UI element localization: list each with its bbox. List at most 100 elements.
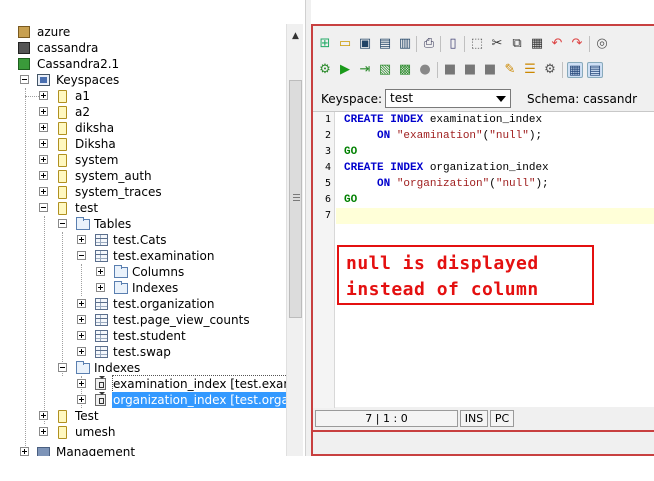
tree-item-keyspace-test[interactable]: test — [0, 200, 286, 216]
tree-item-keyspace[interactable]: system_traces — [0, 184, 286, 200]
find-icon[interactable]: ◎ — [594, 36, 610, 52]
execute-all-icon[interactable]: ⚙ — [317, 62, 333, 78]
tree-item-columns-folder[interactable]: Columns — [0, 264, 286, 280]
expand-icon[interactable] — [39, 187, 48, 196]
grid-view-icon[interactable]: ▦ — [567, 62, 583, 78]
expand-icon[interactable] — [39, 411, 48, 420]
tree-item-keyspace[interactable]: umesh — [0, 424, 286, 440]
explain-icon[interactable]: ☰ — [522, 62, 538, 78]
collapse-icon[interactable] — [58, 219, 67, 228]
expand-icon[interactable] — [39, 91, 48, 100]
comment-icon[interactable]: ■ — [462, 62, 478, 78]
expand-icon[interactable] — [39, 123, 48, 132]
tree-item-keyspace[interactable]: a1 — [0, 88, 286, 104]
code-line: GO — [344, 192, 357, 208]
expand-icon[interactable] — [96, 283, 105, 292]
tree-item-index-selected[interactable]: organization_index [test.orga — [0, 392, 290, 408]
copy-icon[interactable]: ⧉ — [509, 36, 525, 52]
tree-item-management[interactable]: Management — [0, 444, 286, 456]
tree-item-table-examination[interactable]: test.examination — [0, 248, 286, 264]
new-query-icon[interactable]: ⊞ — [317, 36, 333, 52]
execute-icon[interactable]: ▶ — [337, 62, 353, 78]
tree-item-table[interactable]: test.page_view_counts — [0, 312, 286, 328]
save-all-icon[interactable]: ▥ — [397, 36, 413, 52]
folder-icon — [114, 281, 128, 294]
collapse-icon[interactable] — [58, 363, 67, 372]
tree-scrollbar[interactable]: ▲ — [286, 24, 303, 456]
text-view-icon[interactable]: ▤ — [587, 62, 603, 78]
tree-item-azure[interactable]: azure — [0, 24, 286, 40]
tree-item-cassandra21[interactable]: Cassandra2.1 — [0, 56, 286, 72]
expand-icon[interactable] — [77, 347, 86, 356]
cut-icon[interactable]: ✂ — [489, 36, 505, 52]
expand-icon[interactable] — [39, 427, 48, 436]
expand-icon[interactable] — [39, 171, 48, 180]
code-line: CREATE INDEX examination_index — [344, 112, 542, 128]
redo-icon[interactable]: ↷ — [569, 36, 585, 52]
tree-item-keyspaces[interactable]: Keyspaces — [0, 72, 286, 88]
tree-item-cassandra[interactable]: cassandra — [0, 40, 286, 56]
table-icon — [95, 234, 108, 246]
tree-item-table[interactable]: test.Cats — [0, 232, 286, 248]
status-bar: 7 | 1 : 0 INS PC — [313, 408, 654, 428]
tree-item-index[interactable]: examination_index [test.exam — [0, 375, 297, 393]
tree-item-keyspace[interactable]: Diksha — [0, 136, 286, 152]
tree-item-keyspace[interactable]: diksha — [0, 120, 286, 136]
tree-item-keyspace[interactable]: system — [0, 152, 286, 168]
expand-icon[interactable] — [96, 267, 105, 276]
keyspace-icon — [58, 138, 67, 151]
execute-selection-icon[interactable]: ▧ — [377, 62, 393, 78]
code-token: "organization" — [396, 178, 490, 190]
keyspace-label: Keyspace: — [321, 92, 383, 106]
chevron-down-icon[interactable] — [496, 96, 506, 102]
line-number: 4 — [324, 162, 331, 173]
clear-icon[interactable]: ✎ — [502, 62, 518, 78]
stop-icon[interactable]: ● — [417, 62, 433, 78]
expand-icon[interactable] — [20, 447, 29, 456]
select-icon[interactable]: ⬚ — [469, 36, 485, 52]
save-as-icon[interactable]: ▤ — [377, 36, 393, 52]
expand-icon[interactable] — [77, 235, 86, 244]
expand-icon[interactable] — [39, 139, 48, 148]
expand-icon[interactable] — [77, 379, 86, 388]
expand-icon[interactable] — [39, 155, 48, 164]
expand-icon[interactable] — [39, 107, 48, 116]
paste-icon[interactable]: ▦ — [529, 36, 545, 52]
properties-icon[interactable]: ▯ — [445, 36, 461, 52]
tree-item-keyspace[interactable]: a2 — [0, 104, 286, 120]
keyspace-icon — [58, 202, 67, 215]
settings-icon[interactable]: ⚙ — [542, 62, 558, 78]
keyspace-icon — [58, 106, 67, 119]
execute-statement-icon[interactable]: ⇥ — [357, 62, 373, 78]
tree-item-keyspace[interactable]: system_auth — [0, 168, 286, 184]
editor-bottom-border — [313, 430, 654, 432]
scrollbar-thumb[interactable] — [289, 80, 302, 318]
scroll-up-arrow-icon[interactable]: ▲ — [287, 28, 304, 45]
keyspace-select[interactable]: test — [385, 89, 511, 108]
expand-icon[interactable] — [77, 395, 86, 404]
uncomment-icon[interactable]: ■ — [482, 62, 498, 78]
expand-icon[interactable] — [77, 315, 86, 324]
save-icon[interactable]: ▣ — [357, 36, 373, 52]
code-line: ON "examination"("null"); — [344, 128, 542, 144]
expand-icon[interactable] — [77, 299, 86, 308]
collapse-icon[interactable] — [77, 251, 86, 260]
expand-icon[interactable] — [77, 331, 86, 340]
tree-item-tables-folder[interactable]: Tables — [0, 216, 286, 232]
print-icon[interactable]: ⎙ — [421, 36, 437, 52]
execute-script-icon[interactable]: ▩ — [397, 62, 413, 78]
grip-icon — [293, 194, 300, 202]
format-icon[interactable]: ■ — [442, 62, 458, 78]
tree-item-keyspace[interactable]: Test — [0, 408, 286, 424]
tree-item-indexes-folder[interactable]: Indexes — [0, 280, 286, 296]
collapse-icon[interactable] — [20, 75, 29, 84]
open-icon[interactable]: ▭ — [337, 36, 353, 52]
collapse-icon[interactable] — [39, 203, 48, 212]
tree-item-table[interactable]: test.swap — [0, 344, 286, 360]
tree-item-indexes-folder[interactable]: Indexes — [0, 360, 286, 376]
tree-item-table[interactable]: test.student — [0, 328, 286, 344]
tree-item-table[interactable]: test.organization — [0, 296, 286, 312]
keyspace-icon — [58, 426, 67, 439]
table-icon — [95, 314, 108, 326]
undo-icon[interactable]: ↶ — [549, 36, 565, 52]
